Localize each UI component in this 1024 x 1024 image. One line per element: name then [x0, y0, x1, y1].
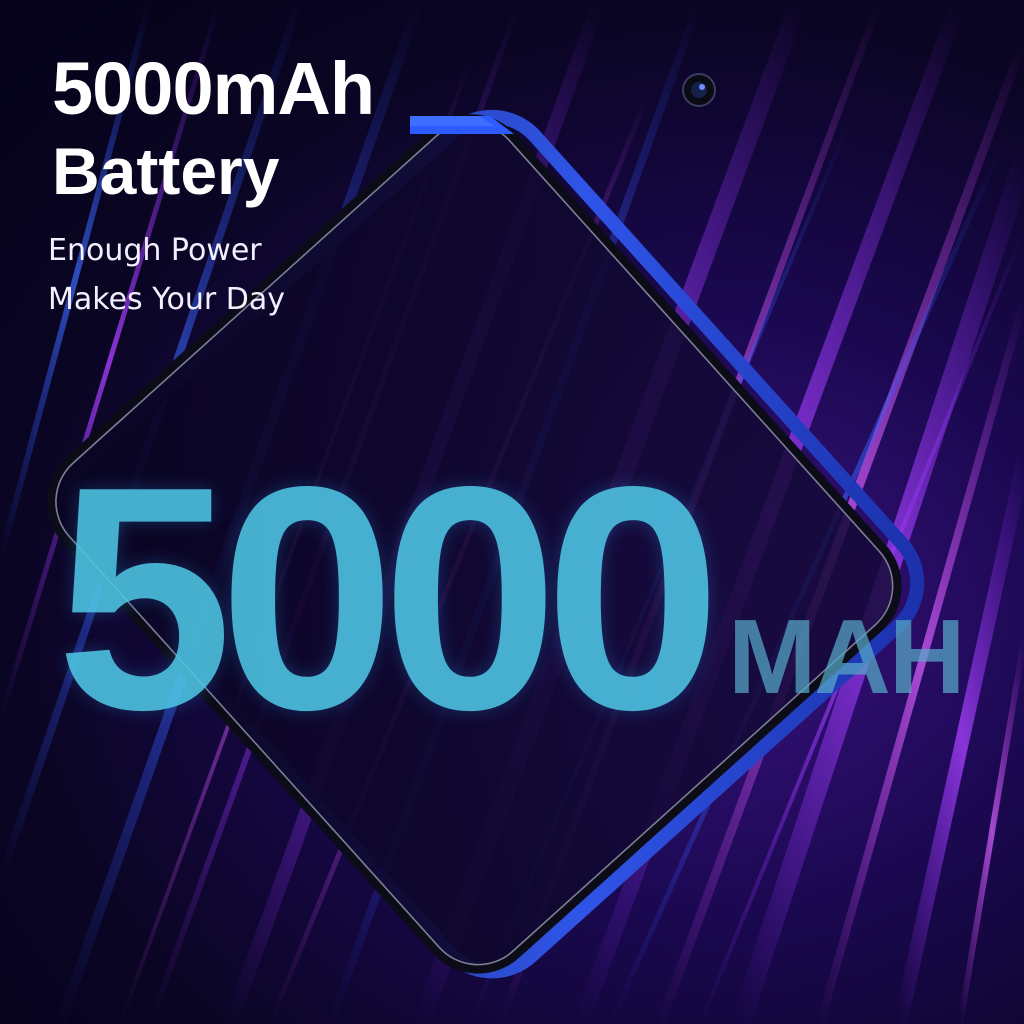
headline-accent-bar — [410, 116, 514, 134]
tagline-line-1: Enough Power — [48, 233, 262, 268]
front-camera-icon — [682, 73, 716, 107]
battery-promo-banner: 5000mAh Battery Enough Power Makes Your … — [0, 0, 1024, 1024]
hero-capacity-number: 5000 — [56, 421, 721, 776]
headline: 5000mAh — [52, 47, 375, 130]
hero-capacity-unit: MAH — [728, 598, 965, 716]
tagline-line-2: Makes Your Day — [48, 282, 286, 317]
subheadline: Battery — [52, 134, 280, 208]
